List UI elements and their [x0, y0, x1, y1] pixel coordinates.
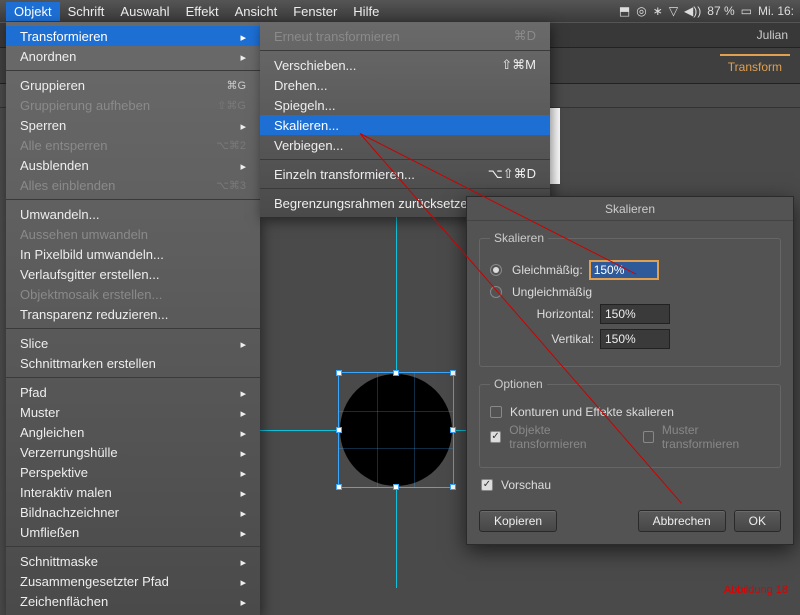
menu-item[interactable]: Perspektive — [6, 462, 260, 482]
preview-label: Vorschau — [501, 478, 551, 492]
horizontal-value-input[interactable] — [600, 304, 670, 324]
menu-auswahl[interactable]: Auswahl — [112, 2, 177, 21]
menu-item[interactable]: Zeichenflächen — [6, 591, 260, 611]
cancel-button[interactable]: Abbrechen — [638, 510, 726, 532]
menu-item[interactable]: Umfließen — [6, 522, 260, 542]
submenu-item[interactable]: Verschieben...⇧⌘M — [260, 55, 550, 75]
menu-item[interactable]: Gruppieren⌘G — [6, 75, 260, 95]
submenu-item[interactable]: Drehen... — [260, 75, 550, 95]
selection-bounding-box[interactable] — [338, 372, 454, 488]
scale-group-label: Skalieren — [490, 231, 548, 245]
menu-hilfe[interactable]: Hilfe — [345, 2, 387, 21]
menu-fenster[interactable]: Fenster — [285, 2, 345, 21]
preview-checkbox[interactable] — [481, 479, 493, 491]
menu-item[interactable]: In Pixelbild umwandeln... — [6, 244, 260, 264]
transform-objects-label: Objekte transformieren — [509, 423, 622, 451]
menu-item[interactable]: Pfad — [6, 382, 260, 402]
transformieren-submenu[interactable]: Erneut transformieren⌘D Verschieben...⇧⌘M… — [260, 22, 550, 217]
submenu-item[interactable]: Spiegeln... — [260, 95, 550, 115]
menu-item: Alles einblenden⌥⌘3 — [6, 175, 260, 195]
dropbox-icon: ⬒ — [619, 4, 630, 18]
nonuniform-label: Ungleichmäßig — [512, 285, 592, 299]
wifi-icon: ▽ — [669, 4, 678, 18]
vertical-label: Vertikal: — [490, 332, 594, 346]
copy-button[interactable]: Kopieren — [479, 510, 557, 532]
menu-item[interactable]: Bildnachzeichner — [6, 502, 260, 522]
resize-handle[interactable] — [450, 484, 456, 490]
resize-handle[interactable] — [336, 484, 342, 490]
resize-handle[interactable] — [393, 370, 399, 376]
resize-handle[interactable] — [336, 370, 342, 376]
battery-percent: 87 % — [707, 4, 734, 18]
menu-item[interactable]: Verzerrungshülle — [6, 442, 260, 462]
menu-ansicht[interactable]: Ansicht — [227, 2, 286, 21]
menu-item[interactable]: Verlaufsgitter erstellen... — [6, 264, 260, 284]
nonuniform-radio[interactable] — [490, 286, 502, 298]
menu-item: Objektmosaik erstellen... — [6, 284, 260, 304]
battery-icon: ▭ — [741, 4, 752, 18]
ok-button[interactable]: OK — [734, 510, 781, 532]
uniform-value-input[interactable] — [589, 260, 659, 280]
bluetooth-icon: ∗ — [653, 4, 663, 18]
scale-group: Skalieren Gleichmäßig: Ungleichmäßig Hor… — [479, 231, 781, 367]
menu-item[interactable]: Transparenz reduzieren... — [6, 304, 260, 324]
menu-item[interactable]: Schnittmaske — [6, 551, 260, 571]
uniform-label: Gleichmäßig: — [512, 263, 583, 277]
menu-item[interactable]: Angleichen — [6, 422, 260, 442]
menu-item[interactable]: Interaktiv malen — [6, 482, 260, 502]
transform-panel-tab[interactable]: Transform — [720, 54, 790, 78]
menu-item[interactable]: Schnittmarken erstellen — [6, 353, 260, 373]
transform-objects-checkbox[interactable] — [490, 431, 501, 443]
sync-icon: ◎ — [636, 4, 646, 18]
resize-handle[interactable] — [336, 427, 342, 433]
volume-icon: ◀)) — [684, 4, 701, 18]
resize-handle[interactable] — [450, 427, 456, 433]
menu-item[interactable]: Ausblenden — [6, 155, 260, 175]
menu-item: Aussehen umwandeln — [6, 224, 260, 244]
scale-strokes-label: Konturen und Effekte skalieren — [510, 405, 674, 419]
clock: Mi. 16: — [758, 4, 794, 18]
uniform-radio[interactable] — [490, 264, 502, 276]
menu-item[interactable]: Transformieren — [6, 26, 260, 46]
horizontal-label: Horizontal: — [490, 307, 594, 321]
menu-item[interactable]: Umwandeln... — [6, 204, 260, 224]
menu-item[interactable]: Zusammengesetzter Pfad — [6, 571, 260, 591]
submenu-item: Erneut transformieren⌘D — [260, 26, 550, 46]
scale-dialog[interactable]: Skalieren Skalieren Gleichmäßig: Ungleic… — [466, 196, 794, 545]
options-group-label: Optionen — [490, 377, 547, 391]
user-name: Julian — [757, 28, 788, 42]
menu-item[interactable]: Muster — [6, 402, 260, 422]
menu-item[interactable]: Slice — [6, 333, 260, 353]
options-group: Optionen Konturen und Effekte skalieren … — [479, 377, 781, 468]
resize-handle[interactable] — [393, 484, 399, 490]
transform-patterns-label: Muster transformieren — [662, 423, 770, 451]
objekt-menu-dropdown[interactable]: TransformierenAnordnen Gruppieren⌘GGruppi… — [6, 22, 260, 615]
menu-item: Gruppierung aufheben⇧⌘G — [6, 95, 260, 115]
submenu-item[interactable]: Einzeln transformieren...⌥⇧⌘D — [260, 164, 550, 184]
dialog-title: Skalieren — [467, 197, 793, 221]
submenu-item[interactable]: Verbiegen... — [260, 135, 550, 155]
annotation-caption: Abbildung 18 — [724, 584, 788, 596]
transform-patterns-checkbox[interactable] — [643, 431, 654, 443]
menu-effekt[interactable]: Effekt — [178, 2, 227, 21]
menu-item[interactable]: Sperren — [6, 115, 260, 135]
menu-objekt[interactable]: Objekt — [6, 2, 60, 21]
resize-handle[interactable] — [450, 370, 456, 376]
os-menubar: Objekt Schrift Auswahl Effekt Ansicht Fe… — [0, 0, 800, 22]
status-tray: ⬒ ◎ ∗ ▽ ◀)) 87 % ▭ Mi. 16: — [619, 4, 794, 18]
menu-item: Alle entsperren⌥⌘2 — [6, 135, 260, 155]
scale-strokes-checkbox[interactable] — [490, 406, 502, 418]
menu-schrift[interactable]: Schrift — [60, 2, 113, 21]
submenu-item[interactable]: Skalieren... — [260, 115, 550, 135]
menu-item[interactable]: Anordnen — [6, 46, 260, 66]
vertical-value-input[interactable] — [600, 329, 670, 349]
